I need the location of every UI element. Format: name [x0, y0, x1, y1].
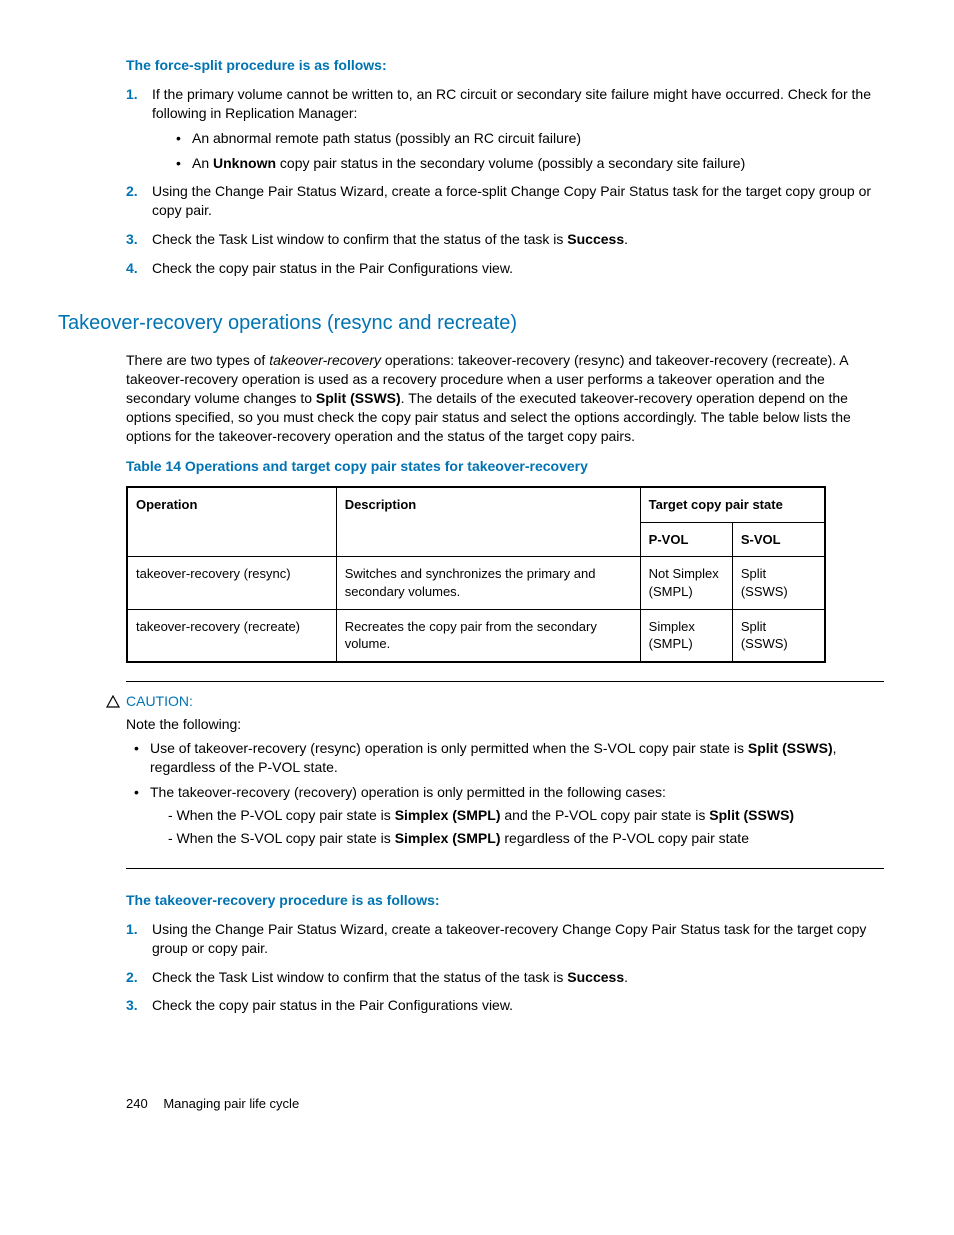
takeover-proc-steps: 1. Using the Change Pair Status Wizard, …	[126, 920, 884, 1016]
intro-paragraph: There are two types of takeover-recovery…	[126, 351, 884, 445]
list-item: Use of takeover-recovery (resync) operat…	[134, 739, 884, 777]
text: The takeover-recovery (recovery) operati…	[150, 784, 666, 800]
footer-title: Managing pair life cycle	[163, 1096, 299, 1111]
list-item: 2. Using the Change Pair Status Wizard, …	[126, 182, 884, 220]
cell-description: Switches and synchronizes the primary an…	[336, 557, 640, 609]
cell-pvol: Not Simplex (SMPL)	[640, 557, 732, 609]
cell-pvol: Simplex (SMPL)	[640, 609, 732, 662]
step-text: Check the copy pair status in the Pair C…	[152, 997, 513, 1013]
table-row: takeover-recovery (recreate) Recreates t…	[127, 609, 825, 662]
cell-svol: Split (SSWS)	[732, 557, 825, 609]
cell-operation: takeover-recovery (recreate)	[127, 609, 336, 662]
sub-bullets: An abnormal remote path status (possibly…	[176, 129, 884, 173]
step-text: Using the Change Pair Status Wizard, cre…	[152, 921, 866, 956]
step-number: 2.	[126, 968, 138, 987]
bullet-text: copy pair status in the secondary volume…	[276, 155, 745, 171]
step-text: Using the Change Pair Status Wizard, cre…	[152, 183, 871, 218]
cell-description: Recreates the copy pair from the seconda…	[336, 609, 640, 662]
text-bold: Split (SSWS)	[316, 390, 401, 406]
step-number: 1.	[126, 85, 138, 104]
th-operation: Operation	[127, 487, 336, 557]
step-number: 2.	[126, 182, 138, 201]
step-text: Check the Task List window to confirm th…	[152, 969, 567, 985]
text-bold: Simplex (SMPL)	[395, 807, 501, 823]
table-caption: Table 14 Operations and target copy pair…	[126, 457, 884, 476]
step-number: 3.	[126, 230, 138, 249]
list-item: 3. Check the copy pair status in the Pai…	[126, 996, 884, 1015]
text: regardless of the P-VOL copy pair state	[500, 830, 749, 846]
bullet-bold: Unknown	[213, 155, 276, 171]
th-svol: S-VOL	[732, 522, 825, 557]
bullet-text: An	[192, 155, 213, 171]
th-description: Description	[336, 487, 640, 557]
text-bold: Simplex (SMPL)	[395, 830, 501, 846]
step-bold: Success	[567, 969, 624, 985]
step-number: 3.	[126, 996, 138, 1015]
caution-label: CAUTION:	[126, 692, 193, 711]
force-split-heading: The force-split procedure is as follows:	[126, 56, 884, 75]
step-text: .	[624, 231, 628, 247]
list-item: 1. If the primary volume cannot be writt…	[126, 85, 884, 173]
step-bold: Success	[567, 231, 624, 247]
text: There are two types of	[126, 352, 269, 368]
text-italic: takeover-recovery	[269, 352, 381, 368]
step-text: Check the copy pair status in the Pair C…	[152, 260, 513, 276]
caution-bullets: Use of takeover-recovery (resync) operat…	[134, 739, 884, 847]
step-number: 1.	[126, 920, 138, 939]
text: - When the P-VOL copy pair state is	[168, 807, 395, 823]
caution-note: Note the following:	[126, 715, 884, 734]
th-target: Target copy pair state	[640, 487, 825, 522]
text: Use of takeover-recovery (resync) operat…	[150, 740, 748, 756]
list-item: 2. Check the Task List window to confirm…	[126, 968, 884, 987]
table-row: takeover-recovery (resync) Switches and …	[127, 557, 825, 609]
text-bold: Split (SSWS)	[748, 740, 833, 756]
th-pvol: P-VOL	[640, 522, 732, 557]
cell-svol: Split (SSWS)	[732, 609, 825, 662]
force-split-steps: 1. If the primary volume cannot be writt…	[126, 85, 884, 278]
text: - When the S-VOL copy pair state is	[168, 830, 395, 846]
dash-list: - When the P-VOL copy pair state is Simp…	[168, 806, 884, 848]
takeover-proc-heading: The takeover-recovery procedure is as fo…	[126, 891, 884, 910]
list-item: An Unknown copy pair status in the secon…	[176, 154, 884, 173]
page-number: 240	[126, 1095, 148, 1113]
page-footer: 240 Managing pair life cycle	[126, 1095, 884, 1113]
text-bold: Split (SSWS)	[709, 807, 794, 823]
cell-operation: takeover-recovery (resync)	[127, 557, 336, 609]
dash-item: - When the S-VOL copy pair state is Simp…	[168, 829, 884, 848]
bullet-text: An abnormal remote path status (possibly…	[192, 130, 581, 146]
section-heading: Takeover-recovery operations (resync and…	[58, 310, 884, 337]
step-text: Check the Task List window to confirm th…	[152, 231, 567, 247]
step-text: .	[624, 969, 628, 985]
takeover-table: Operation Description Target copy pair s…	[126, 486, 826, 662]
list-item: The takeover-recovery (recovery) operati…	[134, 783, 884, 848]
text: and the P-VOL copy pair state is	[500, 807, 709, 823]
step-number: 4.	[126, 259, 138, 278]
list-item: An abnormal remote path status (possibly…	[176, 129, 884, 148]
list-item: 1. Using the Change Pair Status Wizard, …	[126, 920, 884, 958]
step-text: If the primary volume cannot be written …	[152, 86, 871, 121]
caution-block: CAUTION: Note the following: Use of take…	[126, 681, 884, 869]
caution-header: CAUTION:	[106, 692, 884, 711]
dash-item: - When the P-VOL copy pair state is Simp…	[168, 806, 884, 825]
warning-triangle-icon	[106, 695, 120, 708]
list-item: 4. Check the copy pair status in the Pai…	[126, 259, 884, 278]
list-item: 3. Check the Task List window to confirm…	[126, 230, 884, 249]
